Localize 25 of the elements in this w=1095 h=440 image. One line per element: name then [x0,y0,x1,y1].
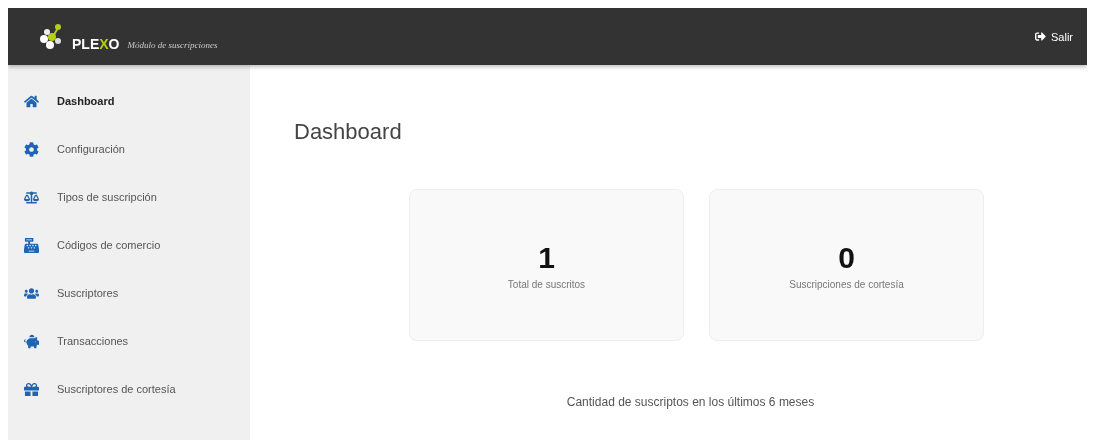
scale-icon [24,189,39,205]
users-icon [24,285,39,301]
sidebar-item[interactable]: Configuración [8,125,250,173]
chart-caption: Cantidad de suscriptos en los últimos 6 meses [565,395,816,409]
sidebar-item[interactable]: Dashboard [8,77,250,125]
sidebar-item[interactable]: Tipos de suscripción [8,173,250,221]
stat-value: 0 [838,240,855,275]
logout-icon [1035,31,1046,42]
cash-register-icon [24,237,39,253]
stat-label: Suscripciones de cortesía [789,278,904,290]
logo-icon [38,21,64,52]
logout-link[interactable]: Salir [1035,30,1073,43]
settings-icon [24,141,39,157]
page-title: Dashboard [294,119,403,145]
stat-value: 1 [538,240,555,275]
sidebar-item[interactable]: Códigos de comercio [8,221,250,269]
piggy-bank-icon [24,333,39,349]
brand-subtitle: Módulo de suscripciones [127,39,218,50]
sidebar-item[interactable]: Suscriptores [8,269,250,317]
brand-name: PLEXO [72,35,120,52]
stat-label: Total de suscritos [507,278,586,290]
sidebar-item[interactable]: Transacciones [8,317,250,365]
home-icon [24,93,39,109]
gift-icon [24,381,39,397]
sidebar-item[interactable]: Suscriptores de cortesía [8,365,250,413]
